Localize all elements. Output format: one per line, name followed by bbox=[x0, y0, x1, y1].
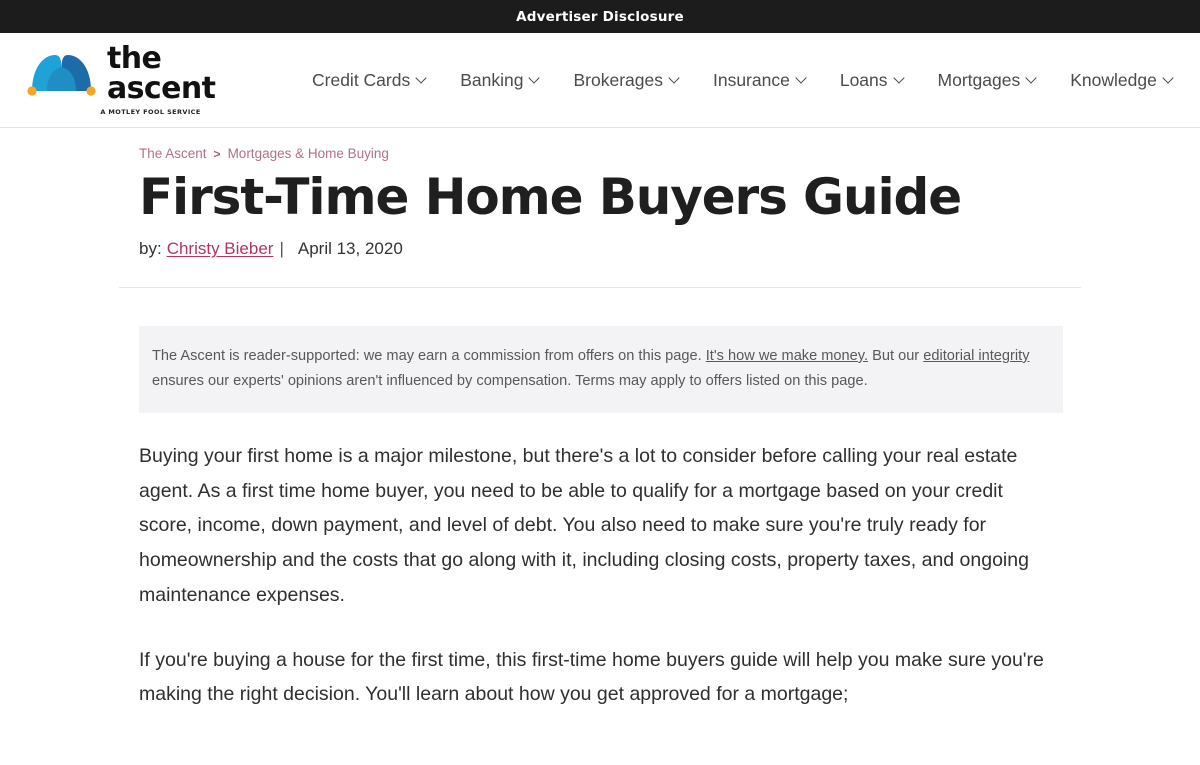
disclaimer-text-3: ensures our experts' opinions aren't inf… bbox=[152, 372, 868, 389]
nav-item-knowledge[interactable]: Knowledge bbox=[1053, 64, 1190, 97]
byline-prefix: by: bbox=[139, 239, 162, 258]
nav-item-brokerages[interactable]: Brokerages bbox=[556, 64, 696, 97]
breadcrumb: The Ascent > Mortgages & Home Buying bbox=[119, 146, 1081, 161]
nav-item-label: Loans bbox=[839, 69, 888, 90]
breadcrumb-item-category[interactable]: Mortgages & Home Buying bbox=[228, 146, 389, 161]
search-button[interactable] bbox=[1190, 60, 1200, 101]
article: The Ascent > Mortgages & Home Buying Fir… bbox=[119, 128, 1081, 712]
disclaimer-text-2: But our bbox=[868, 348, 924, 364]
chevron-down-icon bbox=[1027, 74, 1036, 83]
editorial-integrity-link[interactable]: editorial integrity bbox=[923, 348, 1029, 364]
paragraph: If you're buying a house for the first t… bbox=[139, 648, 1044, 706]
logo-tagline: A MOTLEY FOOL SERVICE bbox=[100, 108, 201, 116]
chevron-down-icon bbox=[670, 74, 679, 83]
site-header: the ascent A MOTLEY FOOL SERVICE Credit … bbox=[0, 33, 1200, 128]
page-title: First-Time Home Buyers Guide bbox=[139, 168, 962, 226]
article-body: Buying your first home is a major milest… bbox=[119, 439, 1081, 712]
main-navigation: Credit Cards Banking Brokerages Insuranc… bbox=[295, 64, 1190, 97]
page-content: The Ascent > Mortgages & Home Buying Fir… bbox=[0, 128, 1200, 712]
nav-item-loans[interactable]: Loans bbox=[823, 64, 921, 97]
jester-cap-icon bbox=[22, 51, 100, 97]
nav-item-mortgages[interactable]: Mortgages bbox=[921, 64, 1054, 97]
breadcrumb-item-home[interactable]: The Ascent bbox=[139, 146, 207, 161]
nav-item-credit-cards[interactable]: Credit Cards bbox=[295, 64, 443, 97]
how-we-make-money-link[interactable]: It's how we make money. bbox=[706, 348, 868, 364]
site-logo[interactable]: the ascent A MOTLEY FOOL SERVICE bbox=[22, 44, 257, 116]
affiliate-disclaimer: The Ascent is reader-supported: we may e… bbox=[139, 326, 1063, 414]
chevron-down-icon bbox=[1164, 74, 1173, 83]
nav-item-label: Mortgages bbox=[937, 69, 1021, 90]
logo-wordmark: the ascent bbox=[107, 41, 216, 106]
breadcrumb-separator: > bbox=[213, 146, 221, 161]
logo-row: the ascent bbox=[22, 44, 257, 104]
chevron-down-icon bbox=[530, 74, 539, 83]
disclaimer-text-1: The Ascent is reader-supported: we may e… bbox=[152, 348, 706, 364]
byline: by: Christy Bieber | April 13, 2020 bbox=[119, 239, 1081, 259]
nav-item-insurance[interactable]: Insurance bbox=[696, 64, 823, 97]
content-divider bbox=[119, 287, 1081, 288]
paragraph: Buying your first home is a major milest… bbox=[139, 445, 1029, 606]
nav-item-label: Insurance bbox=[712, 69, 790, 90]
nav-item-label: Knowledge bbox=[1070, 69, 1157, 90]
nav-item-label: Banking bbox=[460, 69, 524, 90]
publish-date: April 13, 2020 bbox=[297, 239, 403, 258]
chevron-down-icon bbox=[895, 74, 904, 83]
chevron-down-icon bbox=[417, 74, 426, 83]
advertiser-disclosure-label: Advertiser Disclosure bbox=[516, 8, 684, 25]
nav-item-label: Brokerages bbox=[573, 69, 663, 90]
advertiser-disclosure-bar[interactable]: Advertiser Disclosure bbox=[0, 0, 1200, 33]
chevron-down-icon bbox=[797, 74, 806, 83]
author-link[interactable]: Christy Bieber bbox=[167, 239, 274, 259]
nav-item-banking[interactable]: Banking bbox=[443, 64, 556, 97]
byline-separator: | bbox=[279, 239, 284, 258]
nav-item-label: Credit Cards bbox=[312, 69, 411, 90]
